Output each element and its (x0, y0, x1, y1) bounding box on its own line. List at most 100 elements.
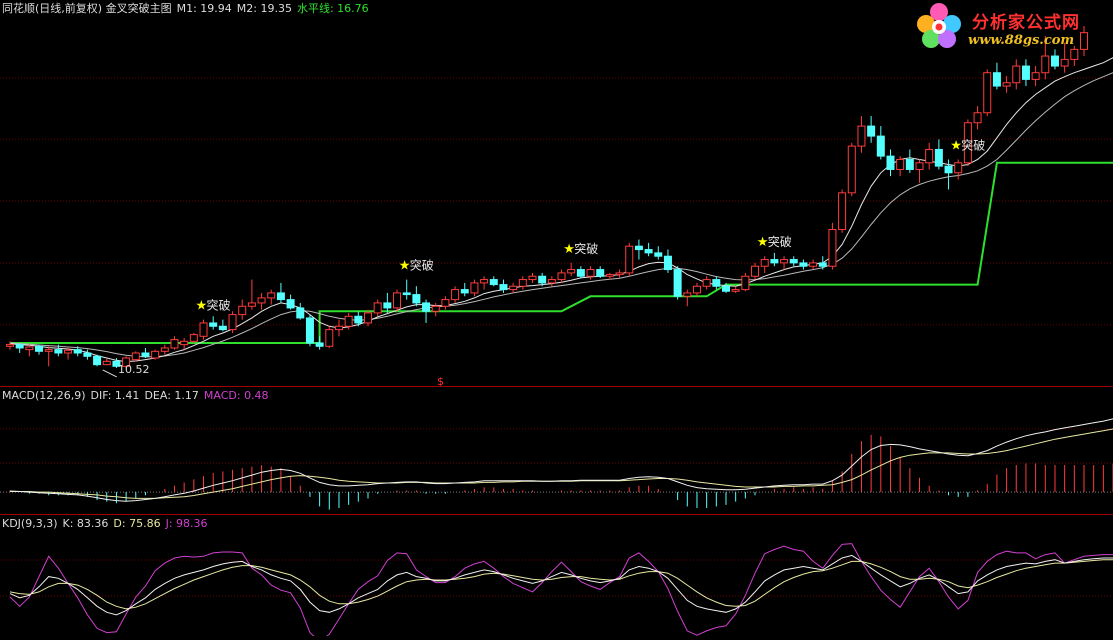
candle (1031, 66, 1040, 87)
low-price-label: 10.52 (118, 363, 150, 376)
candle-body (151, 350, 160, 359)
candle-body (422, 302, 431, 312)
dea-value: DEA: 1.17 (144, 389, 199, 402)
candle-body (276, 292, 285, 301)
candle (1012, 59, 1021, 90)
star-icon: ★ (950, 138, 962, 153)
candle (915, 159, 924, 183)
candle (25, 344, 34, 357)
candle (992, 62, 1001, 90)
candle-body (886, 155, 895, 170)
candle (373, 299, 382, 317)
candle-body (267, 292, 276, 299)
candle-body (257, 297, 266, 304)
candle (634, 239, 643, 260)
candle (828, 222, 837, 270)
candle (518, 276, 527, 290)
candle (751, 262, 760, 280)
candle-body (692, 285, 701, 294)
candle-body (818, 262, 827, 267)
candle-body (528, 275, 537, 281)
candle-body (470, 282, 479, 294)
candle (257, 292, 266, 310)
ma1-line (9, 57, 1113, 363)
candle-body (702, 279, 711, 287)
candle-body (828, 229, 837, 267)
candle-body (286, 299, 295, 309)
kdj-title: KDJ(9,3,3) (2, 517, 58, 530)
main-chart-header: 同花顺(日线,前复权) 金叉突破主图 M1: 19.94 M2: 19.35 水平线:… (2, 2, 374, 15)
signal-label: 突破 (574, 241, 598, 256)
candle (731, 286, 740, 293)
candle-body (567, 269, 576, 274)
candle-body (489, 279, 498, 286)
horizontal-level-line (10, 161, 1113, 344)
candle (228, 311, 237, 333)
j-line (9, 543, 1113, 640)
candle-body (576, 269, 585, 277)
candle-body (1041, 55, 1050, 74)
candle-body (431, 305, 440, 312)
candle-body (557, 272, 566, 281)
signal-label: 突破 (410, 258, 434, 273)
candle (625, 242, 634, 277)
candle (209, 316, 218, 330)
candle-body (838, 192, 847, 231)
candle-body (683, 292, 692, 297)
candle (1021, 59, 1030, 87)
candle-body (412, 294, 421, 304)
signal-label: 突破 (768, 234, 792, 249)
candle (499, 279, 508, 293)
candle (247, 279, 256, 310)
candle (615, 269, 624, 278)
candle (422, 299, 431, 323)
candle (509, 282, 518, 293)
candle-body (141, 352, 150, 357)
candle (876, 126, 885, 160)
candle (296, 302, 305, 320)
watermark-logo: 分析家公式网 www.88gs.com (910, 0, 1113, 56)
k-line (9, 554, 1113, 616)
candle-body (44, 349, 53, 352)
candle-body (315, 342, 324, 347)
candle (654, 246, 663, 260)
candle-body (402, 292, 411, 296)
dif-line (9, 418, 1113, 502)
star-icon: ★ (563, 242, 575, 257)
candle-body (925, 148, 934, 164)
candle-body (983, 72, 992, 114)
candle (857, 116, 866, 153)
candle-body (1021, 65, 1030, 80)
candle (83, 349, 92, 360)
candle (35, 344, 44, 355)
candle (528, 272, 537, 283)
candle-body (499, 284, 508, 291)
chart-canvas[interactable]: ★ 突破★ 突破★ 突破 ★ 突破★ 突破 10.52 $ (0, 0, 1113, 640)
d-value: D: 75.86 (113, 517, 161, 530)
candle-body (15, 344, 24, 349)
star-icon: ★ (399, 259, 411, 274)
candle (402, 279, 411, 300)
candle-body (1060, 58, 1069, 67)
candle-body (64, 349, 73, 354)
candle-body (615, 272, 624, 276)
candle-body (1012, 65, 1021, 84)
candle (141, 347, 150, 358)
candle-body (383, 302, 392, 309)
candle (663, 249, 672, 273)
candle (199, 319, 208, 340)
candle (131, 351, 140, 362)
candle-body (673, 269, 682, 297)
chart-stage[interactable]: ★ 突破 ★ 突破 ★ 突破 ★ 突破 ★ 突破 10.52 $ 同花顺(日线,前复权) 金叉突破… (0, 0, 1113, 640)
candle-body (354, 315, 363, 324)
candle-body (6, 344, 14, 347)
candle (267, 289, 276, 305)
candle-body (992, 72, 1001, 87)
axis-marker[interactable]: $ (437, 375, 444, 388)
candle-body (180, 340, 189, 346)
candle (934, 139, 943, 170)
level-value: 水平线: 16.76 (296, 2, 369, 15)
candle (673, 266, 682, 300)
candle (973, 106, 982, 130)
candle-body (847, 145, 856, 194)
